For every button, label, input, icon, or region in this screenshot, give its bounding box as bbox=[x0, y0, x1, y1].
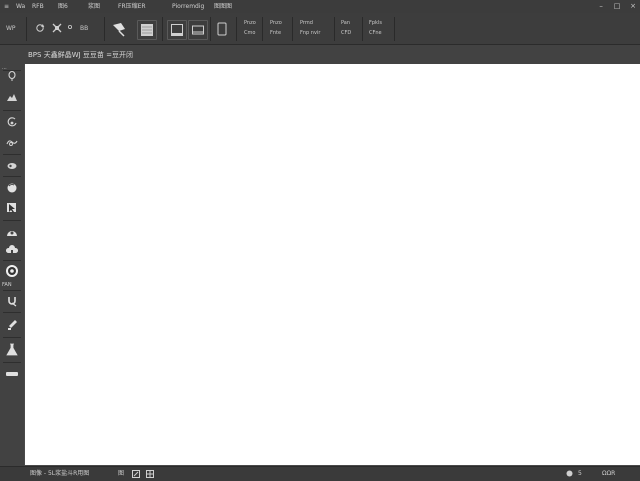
toolbar-separator bbox=[3, 220, 21, 221]
group2-line1[interactable]: Pnzo bbox=[270, 20, 282, 27]
cloud-icon[interactable] bbox=[4, 242, 20, 258]
document-canvas[interactable] bbox=[25, 64, 640, 465]
document-tab[interactable]: BPS 天鑫鲜晶WJ 豆豆苗 =豆开闭 bbox=[28, 48, 133, 62]
lasso-icon[interactable] bbox=[4, 68, 20, 84]
group3-line1[interactable]: Prmd bbox=[300, 20, 313, 27]
options-separator bbox=[104, 17, 105, 41]
status-page-indicator[interactable]: ΩΩR bbox=[602, 467, 615, 481]
options-separator bbox=[210, 17, 211, 41]
status-arrange-icon[interactable] bbox=[132, 467, 140, 481]
status-bar: 图像 - 5L浆盐斗R用图 图 5 ΩΩR bbox=[0, 466, 640, 481]
toolbar-separator bbox=[3, 362, 21, 363]
group5-line2[interactable]: CFne bbox=[369, 30, 382, 37]
menu-item-6[interactable]: Piorremdig bbox=[172, 0, 204, 13]
swirl-icon[interactable] bbox=[4, 114, 20, 130]
options-separator bbox=[162, 17, 163, 41]
options-separator bbox=[334, 17, 335, 41]
minimize-button[interactable]: – bbox=[594, 0, 608, 13]
ellipse-icon[interactable] bbox=[4, 158, 20, 174]
menu-item-7[interactable]: 图图图 bbox=[214, 0, 232, 13]
toolbar-separator bbox=[3, 176, 21, 177]
mode2-label[interactable]: BB bbox=[80, 25, 88, 32]
magnet-icon[interactable] bbox=[4, 293, 20, 309]
group1-line1[interactable]: Pnzo bbox=[244, 20, 256, 27]
pin-icon[interactable] bbox=[66, 23, 74, 33]
toolbar-separator bbox=[3, 154, 21, 155]
group4-line1[interactable]: Pan bbox=[341, 20, 350, 27]
transform-icon[interactable] bbox=[50, 21, 64, 35]
target-icon[interactable] bbox=[4, 263, 20, 279]
group4-line2[interactable]: CFD bbox=[341, 30, 351, 37]
status-document-info: 图像 - 5L浆盐斗R用图 bbox=[30, 470, 90, 477]
menu-item-1[interactable]: Wa bbox=[16, 0, 25, 13]
layers-icon[interactable] bbox=[137, 20, 157, 40]
options-separator bbox=[262, 17, 263, 41]
options-separator bbox=[362, 17, 363, 41]
options-separator bbox=[292, 17, 293, 41]
toolbar-separator bbox=[3, 312, 21, 313]
toolbar-separator bbox=[3, 337, 21, 338]
tool-panel: ... FAN bbox=[0, 64, 25, 466]
page-icon[interactable] bbox=[216, 20, 228, 38]
options-bar: WP BB Pnzo Cmo Pnzo Fnte Prmd Fnp nvir P… bbox=[0, 13, 640, 45]
document-tab-bar: BPS 天鑫鲜晶WJ 豆豆苗 =豆开闭 bbox=[0, 45, 640, 65]
frame-icon[interactable] bbox=[167, 20, 187, 40]
toolbar-separator bbox=[3, 260, 21, 261]
pen-icon[interactable] bbox=[110, 20, 128, 38]
menu-item-4[interactable]: 浆图 bbox=[88, 0, 100, 13]
dome-icon[interactable] bbox=[4, 224, 20, 240]
app-menu-icon[interactable]: ≡ bbox=[4, 0, 9, 13]
wave-icon[interactable] bbox=[4, 134, 20, 150]
group1-line2[interactable]: Cmo bbox=[244, 30, 255, 37]
status-count: 5 bbox=[578, 470, 582, 477]
brush-icon[interactable] bbox=[4, 317, 20, 333]
menu-item-3[interactable]: 图6 bbox=[58, 0, 68, 13]
menu-item-2[interactable]: RFB bbox=[32, 0, 44, 13]
status-zoom-button[interactable]: 图 bbox=[118, 467, 124, 481]
status-grid-icon[interactable] bbox=[146, 467, 154, 481]
refresh-icon[interactable] bbox=[34, 22, 46, 34]
maximize-button[interactable]: □ bbox=[610, 0, 624, 13]
cursor-icon[interactable] bbox=[4, 200, 20, 216]
mode-label[interactable]: WP bbox=[6, 25, 16, 32]
options-separator bbox=[26, 17, 27, 41]
options-separator bbox=[236, 17, 237, 41]
close-button[interactable]: × bbox=[626, 0, 640, 13]
eraser-icon[interactable] bbox=[4, 366, 20, 382]
window-controls: – □ × bbox=[594, 0, 640, 13]
group5-line1[interactable]: Fpkls bbox=[369, 20, 382, 27]
toolbar-separator bbox=[3, 290, 21, 291]
sphere-icon[interactable] bbox=[4, 180, 20, 196]
panel-icon[interactable] bbox=[188, 20, 208, 40]
status-info-icon[interactable] bbox=[566, 467, 573, 481]
group3-line2[interactable]: Fnp nvir bbox=[300, 30, 320, 37]
toolbar-separator bbox=[3, 110, 21, 111]
menu-bar: ≡ Wa RFB 图6 浆图 FR压缩ER Piorremdig 图图图 – □… bbox=[0, 0, 640, 13]
flask-icon[interactable] bbox=[4, 342, 20, 358]
mountain-icon[interactable] bbox=[4, 89, 20, 105]
group2-line2[interactable]: Fnte bbox=[270, 30, 281, 37]
options-separator bbox=[394, 17, 395, 41]
menu-item-5[interactable]: FR压缩ER bbox=[118, 0, 146, 13]
toolbar-mid-label: FAN bbox=[2, 282, 12, 288]
